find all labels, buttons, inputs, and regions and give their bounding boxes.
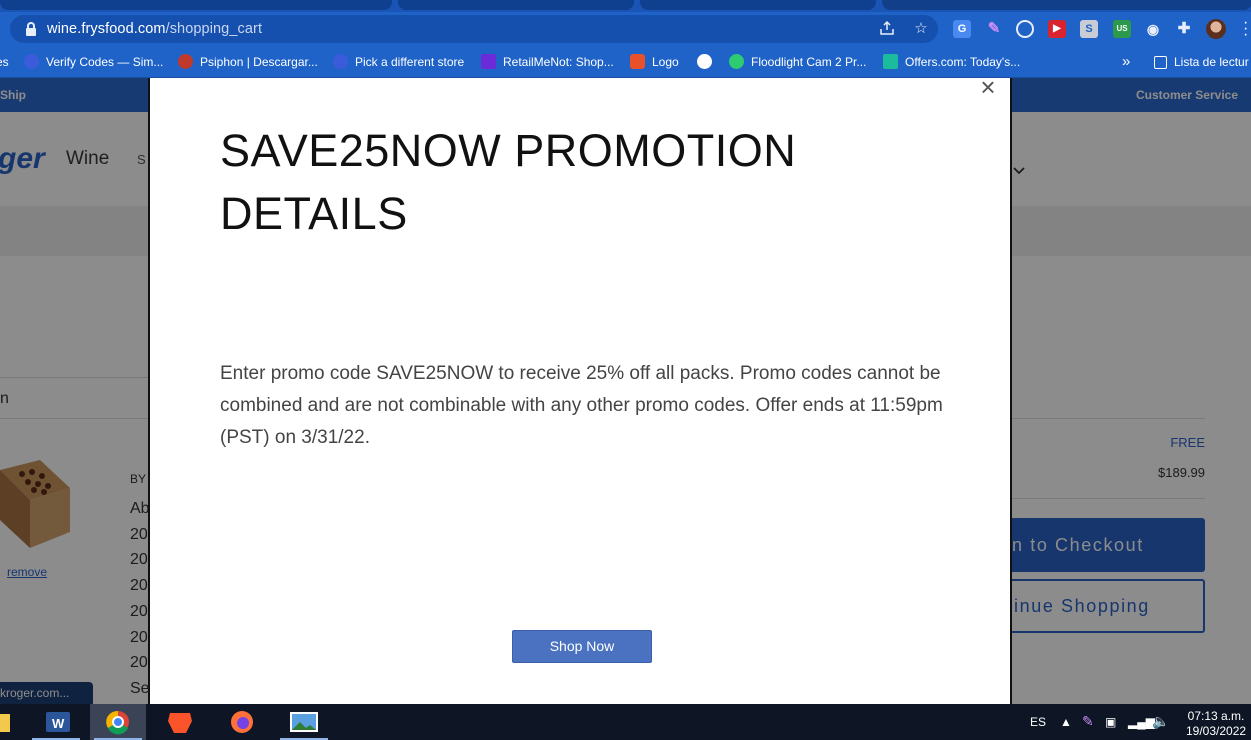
bookmark-item[interactable]: Verify Codes — Sim...	[24, 53, 163, 71]
bookmark-item[interactable]	[697, 53, 719, 71]
logo-favicon-icon	[630, 54, 645, 69]
bookmark-item[interactable]: RetailMeNot: Shop...	[481, 53, 614, 71]
globe-icon	[697, 54, 712, 69]
reading-list-button[interactable]: Lista de lectur	[1154, 53, 1249, 71]
svg-text:W: W	[52, 716, 65, 731]
modal-body-text: Enter promo code SAVE25NOW to receive 25…	[220, 363, 943, 448]
bookmark-item[interactable]: es	[0, 53, 9, 71]
bookmark-item[interactable]: Logo	[630, 53, 679, 71]
firefox-icon	[231, 711, 253, 733]
url-text[interactable]: wine.frysfood.com/shopping_cart	[47, 21, 262, 37]
more-bookmarks-button[interactable]: »	[1122, 53, 1130, 71]
clock-time: 07:13 a.m.	[1187, 709, 1245, 723]
taskbar-app-word[interactable]: W	[28, 704, 84, 740]
reading-list-label: Lista de lectur	[1174, 55, 1249, 69]
url-path: /shopping_cart	[165, 21, 263, 37]
offers-favicon-icon	[883, 54, 898, 69]
profile-avatar[interactable]	[1206, 19, 1226, 39]
tray-chevron-up-icon[interactable]: ▲	[1060, 715, 1072, 729]
tray-feather-icon[interactable]: ✎	[1082, 713, 1094, 730]
word-icon: W	[46, 712, 70, 732]
retailmenot-favicon-icon	[481, 54, 496, 69]
camera-extension-icon[interactable]: ◉	[1144, 20, 1162, 38]
taskbar-app-brave[interactable]	[152, 704, 208, 740]
clock-extension-icon[interactable]	[1016, 20, 1034, 38]
extensions-puzzle-icon[interactable]: ✚	[1175, 20, 1193, 38]
input-language-indicator[interactable]: ES	[1030, 715, 1046, 729]
bookmark-item[interactable]: Psiphon | Descargar...	[178, 53, 318, 71]
red-extension-icon[interactable]: ▶	[1048, 20, 1066, 38]
bookmark-label: RetailMeNot: Shop...	[503, 55, 614, 69]
browser-tab[interactable]	[398, 0, 634, 10]
vpn-extension-icon[interactable]: US	[1113, 20, 1131, 38]
volume-icon[interactable]: 🔈	[1152, 713, 1169, 730]
bookmark-item[interactable]: Offers.com: Today's...	[883, 53, 1020, 71]
floodlight-favicon-icon	[729, 54, 744, 69]
bookmark-item[interactable]: Pick a different store	[333, 53, 464, 71]
chrome-icon	[106, 710, 129, 735]
windows-taskbar: W ES ▲ ✎ ▣ ▂▄▆ 🔈 07:13 a.m. 19/03/2022	[0, 704, 1251, 740]
taskbar-app-firefox[interactable]	[214, 704, 270, 740]
promotion-details-modal: × SAVE25NOW PROMOTION DETAILS Enter prom…	[148, 74, 1012, 704]
browser-menu-icon[interactable]: · · ·	[1243, 15, 1249, 43]
browser-tab-active[interactable]	[0, 0, 392, 10]
address-bar[interactable]: wine.frysfood.com/shopping_cart ☆	[10, 15, 938, 43]
shop-now-button[interactable]: Shop Now	[512, 630, 652, 663]
close-icon[interactable]: ×	[978, 74, 998, 100]
file-explorer-icon	[0, 714, 10, 732]
system-clock[interactable]: 07:13 a.m. 19/03/2022	[1186, 709, 1246, 739]
taskbar-app-photos[interactable]	[276, 704, 332, 740]
bookmark-item[interactable]: Floodlight Cam 2 Pr...	[729, 53, 866, 71]
browser-tab[interactable]	[882, 0, 1251, 10]
taskbar-app[interactable]	[0, 704, 26, 740]
psiphon-favicon-icon	[178, 54, 193, 69]
browser-toolbar: wine.frysfood.com/shopping_cart ☆ G ✎ ▶ …	[0, 12, 1251, 46]
bookmark-label: Offers.com: Today's...	[905, 55, 1021, 69]
browser-tab[interactable]	[640, 0, 876, 10]
clock-date: 19/03/2022	[1186, 724, 1247, 738]
s-extension-icon[interactable]: S	[1080, 20, 1098, 38]
reading-list-icon	[1154, 56, 1167, 69]
bookmark-label: es	[0, 55, 9, 69]
bookmark-favicon-icon	[24, 54, 39, 69]
bookmark-label: Logo	[652, 55, 679, 69]
bookmark-star-icon[interactable]: ☆	[912, 20, 930, 38]
taskbar-app-chrome[interactable]	[90, 704, 146, 740]
bookmarks-bar: es Verify Codes — Sim... Psiphon | Desca…	[0, 46, 1251, 78]
bookmark-label: Pick a different store	[355, 55, 465, 69]
bookmark-favicon-icon	[333, 54, 348, 69]
google-translate-icon[interactable]: G	[953, 20, 971, 38]
url-host: wine.frysfood.com	[47, 21, 166, 37]
network-icon[interactable]: ▂▄▆	[1128, 715, 1155, 729]
bookmark-label: Verify Codes — Sim...	[46, 55, 164, 69]
bookmark-label: Floodlight Cam 2 Pr...	[751, 55, 867, 69]
share-icon[interactable]	[878, 20, 896, 38]
modal-title: SAVE25NOW PROMOTION DETAILS	[220, 125, 797, 239]
lock-icon[interactable]	[26, 22, 36, 36]
brave-icon	[168, 713, 192, 733]
feather-extension-icon[interactable]: ✎	[985, 20, 1003, 38]
tray-device-icon[interactable]: ▣	[1105, 715, 1116, 729]
bookmark-label: Psiphon | Descargar...	[200, 55, 318, 69]
photos-icon	[290, 712, 318, 732]
